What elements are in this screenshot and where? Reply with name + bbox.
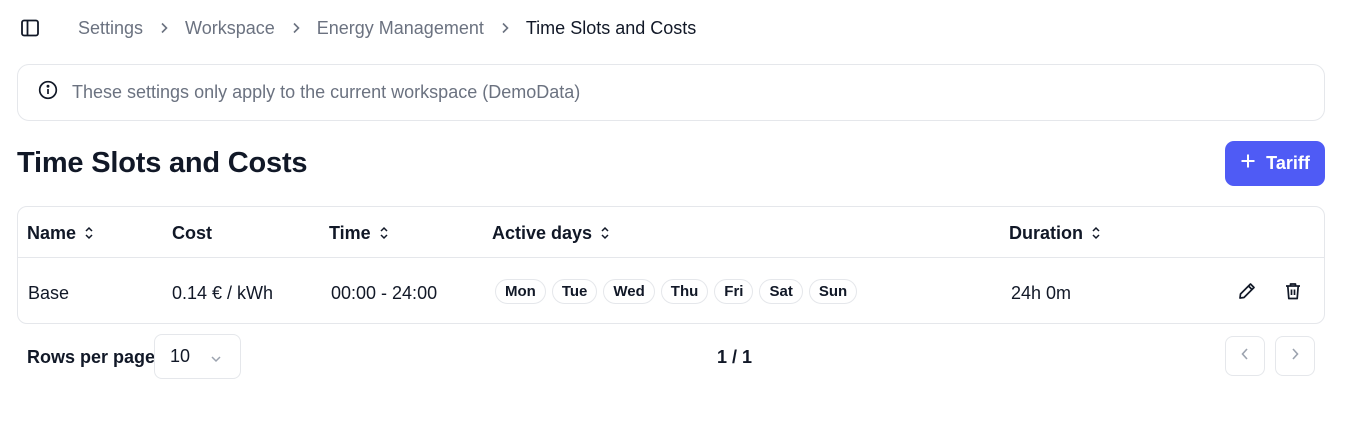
plus-icon: [1240, 153, 1256, 174]
chevron-right-icon: [275, 22, 317, 34]
breadcrumb-settings[interactable]: Settings: [78, 18, 143, 39]
column-header-time: Time: [329, 223, 389, 243]
cell-cost: 0.14 € / kWh: [172, 283, 274, 303]
sort-icon[interactable]: [379, 226, 389, 240]
sort-icon[interactable]: [1091, 226, 1101, 240]
previous-page-button[interactable]: [1225, 336, 1265, 376]
top-bar: Settings Workspace Energy Management Tim…: [0, 0, 1345, 56]
chevron-right-icon: [143, 22, 185, 34]
rows-per-page-select[interactable]: 10: [154, 334, 241, 379]
pencil-icon[interactable]: [1235, 279, 1259, 303]
column-label-time: Time: [329, 222, 371, 243]
sidebar-toggle-icon[interactable]: [19, 17, 41, 39]
chevron-down-icon: [210, 349, 222, 370]
chevron-right-icon: [1290, 347, 1300, 366]
day-chip-sun: Sun: [808, 279, 858, 304]
column-header-active-days: Active days: [492, 223, 610, 243]
trash-icon[interactable]: [1281, 279, 1305, 303]
active-days-list: Mon Tue Wed Thu Fri Sat Sun: [495, 279, 858, 304]
page-info: 1 / 1: [717, 347, 753, 367]
day-chip-wed: Wed: [603, 279, 655, 304]
table-row: Base 0.14 € / kWh 00:00 - 24:00 Mon Tue …: [18, 259, 1324, 324]
sort-icon[interactable]: [600, 226, 610, 240]
info-icon: [38, 80, 58, 105]
day-chip-tue: Tue: [551, 279, 598, 304]
notice-text: These settings only apply to the current…: [72, 82, 581, 102]
rows-per-page-label: Rows per page: [27, 347, 156, 367]
chevron-left-icon: [1240, 347, 1250, 366]
day-chip-fri: Fri: [714, 279, 754, 304]
workspace-notice: These settings only apply to the current…: [17, 64, 1325, 121]
add-tariff-label: Tariff: [1266, 153, 1310, 173]
cell-name: Base: [28, 283, 70, 303]
day-chip-thu: Thu: [660, 279, 709, 304]
day-chip-mon: Mon: [495, 279, 546, 304]
column-label-active-days: Active days: [492, 222, 593, 243]
column-label-duration: Duration: [1009, 222, 1083, 243]
breadcrumb: Settings Workspace Energy Management Tim…: [78, 17, 696, 39]
table-header: Name Cost Time Active days Duration: [18, 207, 1324, 258]
sort-icon[interactable]: [84, 226, 94, 240]
chevron-right-icon: [484, 22, 526, 34]
add-tariff-button[interactable]: Tariff: [1225, 141, 1325, 186]
cell-time: 00:00 - 24:00: [331, 283, 438, 303]
column-header-duration: Duration: [1009, 223, 1101, 243]
column-header-name: Name: [27, 223, 94, 243]
column-label-name: Name: [27, 222, 77, 243]
rows-per-page-value: 10: [170, 346, 191, 366]
breadcrumb-workspace[interactable]: Workspace: [185, 18, 275, 39]
column-header-cost: Cost: [172, 223, 212, 243]
tariff-table: Name Cost Time Active days Duration Base…: [17, 206, 1325, 324]
cell-duration: 24h 0m: [1011, 283, 1072, 303]
breadcrumb-energy-management[interactable]: Energy Management: [317, 18, 484, 39]
page-title: Time Slots and Costs: [17, 147, 308, 179]
next-page-button[interactable]: [1275, 336, 1315, 376]
breadcrumb-current-page: Time Slots and Costs: [525, 17, 697, 38]
column-label-cost: Cost: [172, 222, 212, 243]
day-chip-sat: Sat: [759, 279, 803, 304]
